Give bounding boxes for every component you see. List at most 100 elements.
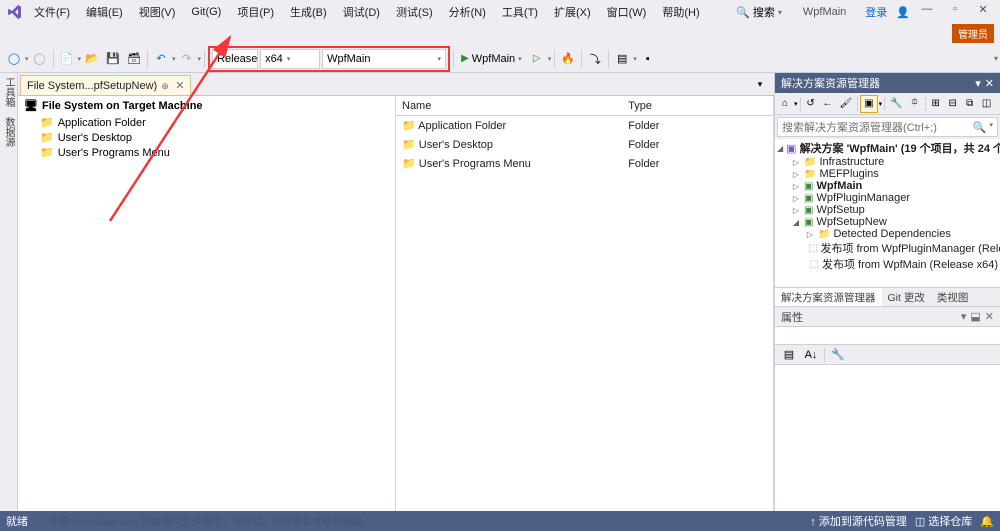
step-button[interactable]: ⤵: [585, 48, 605, 70]
platform-combo[interactable]: x64 ▾: [260, 49, 320, 69]
fs-folder-row[interactable]: 📁User's Desktop: [18, 130, 395, 145]
panel-dropdown-icon[interactable]: ▾: [975, 77, 981, 90]
source-control-status[interactable]: ↑ 添加到源代码管理: [810, 513, 907, 529]
group-icon[interactable]: ⧉: [962, 95, 978, 113]
list-item[interactable]: 📁 User's DesktopFolder: [396, 135, 773, 154]
col-type[interactable]: Type: [622, 98, 773, 114]
menu-git[interactable]: Git(G): [185, 4, 227, 20]
tab-solution[interactable]: 解决方案资源管理器: [775, 288, 882, 306]
tree-row[interactable]: ◢▣WpfSetupNew: [775, 216, 1000, 228]
expander-icon[interactable]: ▷: [791, 182, 801, 191]
expander-icon[interactable]: ◢: [777, 144, 783, 153]
new-button[interactable]: 📄: [57, 48, 77, 70]
minimize-button[interactable]: —: [916, 3, 938, 21]
tree-row[interactable]: ▷▣WpfSetup: [775, 204, 1000, 216]
undo-button[interactable]: ↶: [151, 48, 171, 70]
save-all-button[interactable]: 🗃: [124, 48, 144, 70]
menu-file[interactable]: 文件(F): [28, 2, 76, 22]
file-system-list[interactable]: Name Type 📁 Application FolderFolder 📁 U…: [396, 96, 774, 511]
redo-button[interactable]: ↷: [177, 48, 197, 70]
expander-icon[interactable]: ▷: [791, 158, 801, 167]
menu-help[interactable]: 帮助(H): [656, 2, 705, 22]
tree-row[interactable]: ▷📁Detected Dependencies: [775, 228, 1000, 240]
outline-button[interactable]: ▤: [612, 48, 632, 70]
rail-datasource[interactable]: 数据源: [1, 117, 16, 147]
tree-row[interactable]: ⬚发布项 from WpfPluginManager (Release x64): [775, 240, 1000, 256]
list-item[interactable]: 📁 Application FolderFolder: [396, 116, 773, 135]
menu-debug[interactable]: 调试(D): [337, 2, 386, 22]
close-button[interactable]: ✕: [972, 3, 994, 21]
tab-git[interactable]: Git 更改: [882, 288, 931, 306]
categorize-icon[interactable]: ▤: [779, 344, 799, 366]
tree-row[interactable]: ⬚发布项 from WpfMain (Release x64): [775, 256, 1000, 272]
fs-folder-row[interactable]: 📁Application Folder: [18, 115, 395, 130]
solution-root[interactable]: ◢ ▣ 解决方案 'WpfMain' (19 个项目，共 24 个): [775, 140, 1000, 156]
tree-row[interactable]: ▷▣WpfPluginManager: [775, 192, 1000, 204]
start-without-debug-button[interactable]: ▷: [527, 48, 547, 70]
save-button[interactable]: 💾: [103, 48, 123, 70]
nav-back-button[interactable]: ◯: [4, 48, 24, 70]
properties-icon[interactable]: ⯐: [907, 95, 923, 113]
bell-icon[interactable]: 🔔: [980, 515, 994, 528]
alpha-sort-icon[interactable]: A↓: [801, 344, 821, 366]
view-icon[interactable]: ◫: [979, 95, 995, 113]
user-icon[interactable]: 👤: [896, 6, 910, 19]
panel-pin-icon[interactable]: ⬓: [970, 310, 980, 323]
tab-classview[interactable]: 类视图: [931, 288, 975, 306]
panel-close-icon[interactable]: ✕: [985, 310, 994, 323]
expander-icon[interactable]: ▷: [791, 170, 801, 179]
properties-target[interactable]: [775, 327, 1000, 345]
expander-icon[interactable]: ◢: [791, 218, 801, 227]
expander-icon[interactable]: ▷: [791, 206, 801, 215]
wrench-icon[interactable]: 🔧: [887, 95, 905, 113]
search-box[interactable]: 🔍 搜索 ▾: [731, 2, 787, 22]
expand-icon[interactable]: ⊞: [928, 95, 944, 113]
show-all-icon[interactable]: ▣: [860, 95, 877, 113]
panel-dropdown-icon[interactable]: ▾: [961, 310, 967, 323]
tree-row[interactable]: ▷📁Infrastructure: [775, 156, 1000, 168]
tree-row[interactable]: ▷📁MEFPlugins: [775, 168, 1000, 180]
back-icon[interactable]: ←: [820, 95, 836, 113]
rail-toolbox[interactable]: 工具箱: [1, 77, 16, 107]
brush-icon[interactable]: 🖌: [837, 95, 856, 113]
active-doc-tab[interactable]: File System...pfSetupNew) ⊕ ✕: [20, 75, 191, 95]
menu-edit[interactable]: 编辑(E): [80, 2, 129, 22]
menu-extensions[interactable]: 扩展(X): [548, 2, 597, 22]
menu-window[interactable]: 窗口(W): [601, 2, 653, 22]
menu-project[interactable]: 项目(P): [231, 2, 280, 22]
expander-icon[interactable]: ▷: [805, 230, 815, 239]
menu-view[interactable]: 视图(V): [133, 2, 182, 22]
pin-icon[interactable]: ⊕: [161, 81, 171, 91]
tree-row[interactable]: ▷▣WpfMain: [775, 180, 1000, 192]
close-icon[interactable]: ✕: [175, 79, 184, 92]
open-button[interactable]: 📂: [82, 48, 102, 70]
expander-icon[interactable]: ▷: [791, 194, 801, 203]
solution-tree[interactable]: ◢ ▣ 解决方案 'WpfMain' (19 个项目，共 24 个) ▷📁Inf…: [775, 139, 1000, 287]
col-name[interactable]: Name: [396, 98, 622, 114]
config-combo[interactable]: Release ▾: [212, 49, 258, 69]
solution-search[interactable]: 搜索解决方案资源管理器(Ctrl+;) 🔍▾: [777, 117, 998, 137]
sync-icon[interactable]: ↺: [803, 95, 819, 113]
menu-analyze[interactable]: 分析(N): [443, 2, 492, 22]
home-icon[interactable]: ⌂: [777, 95, 793, 113]
startup-combo[interactable]: WpfMain ▾: [322, 49, 446, 69]
wrench-icon[interactable]: 🔧: [828, 344, 848, 366]
collapse-icon[interactable]: ⊟: [945, 95, 961, 113]
menu-tools[interactable]: 工具(T): [496, 2, 544, 22]
tree-label: WpfPluginManager: [816, 192, 910, 204]
hot-reload-button[interactable]: 🔥: [558, 48, 578, 70]
list-item[interactable]: 📁 User's Programs MenuFolder: [396, 154, 773, 173]
microtool-button[interactable]: ▪: [638, 48, 658, 70]
fs-folder-row[interactable]: 📁User's Programs Menu: [18, 145, 395, 160]
repo-select-status[interactable]: ◫ 选择仓库: [915, 513, 972, 529]
tab-overflow-button[interactable]: ▾: [750, 73, 770, 95]
login-link[interactable]: 登录: [862, 4, 890, 20]
menu-test[interactable]: 测试(S): [390, 2, 439, 22]
nav-fwd-button[interactable]: ◯: [30, 48, 50, 70]
file-system-tree[interactable]: 🖥 File System on Target Machine 📁Applica…: [18, 96, 396, 511]
panel-close-icon[interactable]: ✕: [985, 77, 994, 90]
startup-value: WpfMain: [327, 53, 370, 65]
start-debug-button[interactable]: ▶ WpfMain ▾: [457, 53, 526, 65]
menu-build[interactable]: 生成(B): [284, 2, 333, 22]
restore-button[interactable]: ▫: [944, 3, 966, 21]
